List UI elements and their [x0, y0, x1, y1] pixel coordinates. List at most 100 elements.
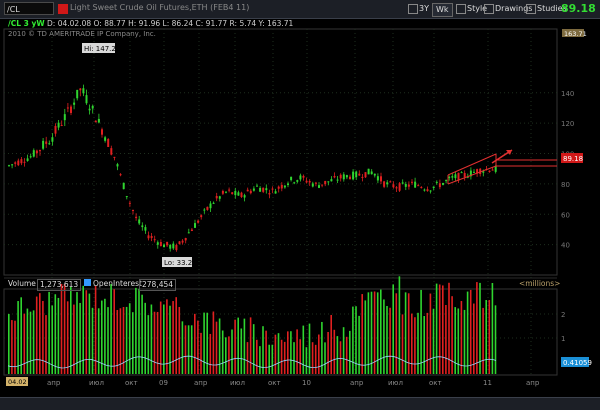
candle-body [262, 187, 265, 192]
candle-body [132, 209, 134, 211]
candle-body [39, 150, 41, 152]
candle-body [423, 189, 426, 191]
candle-body [318, 185, 320, 188]
volume-bar [156, 311, 159, 374]
candle-body [225, 191, 227, 193]
last-price-tag: 89.18 [561, 153, 583, 163]
candle-body [190, 229, 193, 231]
volume-bar [200, 332, 202, 374]
oi-tag: 0.41059 [561, 357, 592, 367]
candle-body [243, 195, 246, 198]
volume-bar [314, 344, 317, 374]
volume-bar [42, 300, 44, 374]
candle-body [277, 186, 280, 189]
volume-bar [243, 318, 246, 374]
candle-body [407, 184, 410, 187]
candle-body [488, 170, 491, 173]
price-tick-label: 60 [561, 211, 570, 219]
candle-body [116, 164, 119, 167]
volume-bar [228, 336, 230, 374]
candle-body [26, 158, 29, 161]
x-axis-label: апр [526, 379, 540, 387]
volume-bar [290, 331, 292, 374]
volume-bar [138, 288, 140, 374]
candle-body [370, 171, 373, 175]
volume-bar [426, 312, 429, 374]
candle-body [17, 160, 20, 166]
candle-body [327, 181, 330, 183]
volume-bar [423, 316, 425, 374]
volume-bar [11, 320, 13, 374]
volume-bar [190, 325, 193, 374]
price-chart[interactable]: 14012010080604021 априюлокт09априюлокт10… [0, 0, 600, 409]
volume-bar [215, 321, 218, 374]
volume-bar [488, 299, 491, 374]
volume-bar [491, 282, 494, 374]
candle-body [283, 185, 286, 188]
candle-body [373, 173, 376, 176]
candle-body [442, 183, 444, 185]
candle-body [150, 236, 153, 239]
candle-body [389, 181, 392, 183]
volume-bar [318, 334, 320, 374]
candle-body [32, 150, 35, 157]
candle-body [200, 215, 203, 218]
candle-body [432, 186, 435, 189]
candle-body [249, 190, 252, 194]
volume-bar [125, 306, 128, 374]
volume-bar [197, 320, 199, 374]
candle-body [411, 181, 413, 183]
candle-body [221, 190, 224, 194]
volume-bar [107, 307, 109, 374]
volume-bar [135, 287, 137, 374]
high-annotation: Hi: 147.27 [82, 43, 120, 53]
candle-body [212, 202, 215, 204]
volume-bar [274, 334, 277, 374]
volume-bar [283, 341, 286, 374]
volume-bar [20, 297, 22, 374]
candle-body [333, 176, 336, 178]
candle-body [35, 150, 38, 154]
candle-body [181, 240, 184, 243]
volume-bar [116, 309, 119, 374]
candle-body [166, 241, 169, 246]
volume-bar [57, 297, 60, 374]
candle-body [73, 102, 76, 105]
volume-bar [395, 293, 398, 374]
candle-body [240, 192, 243, 197]
volume-bar [66, 301, 69, 374]
volume-bar [302, 325, 305, 374]
candle-body [203, 209, 206, 211]
candle-body [358, 173, 361, 176]
volume-bar [150, 304, 153, 374]
candle-body [101, 129, 103, 135]
volume-bar [420, 289, 422, 374]
candle-body [280, 184, 283, 189]
candle-body [70, 106, 72, 113]
volume-bar [187, 325, 190, 374]
volume-bars [8, 276, 497, 374]
volume-bar [97, 308, 100, 374]
candle-body [147, 235, 150, 239]
candle-body [395, 187, 398, 189]
candle-body [51, 137, 54, 142]
volume-bar [256, 339, 258, 374]
volume-bar [308, 323, 311, 374]
candle-body [290, 176, 293, 181]
volume-bar [367, 292, 370, 374]
volume-bar [88, 293, 91, 374]
candle-body [20, 159, 23, 164]
candle-body [404, 184, 407, 187]
candle-body [159, 242, 162, 246]
volume-bar [432, 308, 435, 374]
candle-body [398, 183, 401, 191]
candle-body [209, 203, 212, 209]
candle-body [274, 191, 277, 194]
volume-bar [128, 303, 131, 374]
candle-body [135, 216, 138, 219]
volume-bar [29, 311, 32, 374]
candle-body [8, 165, 10, 167]
candle-body [451, 176, 454, 178]
volume-bar [479, 282, 481, 374]
volume-bar [76, 292, 78, 374]
